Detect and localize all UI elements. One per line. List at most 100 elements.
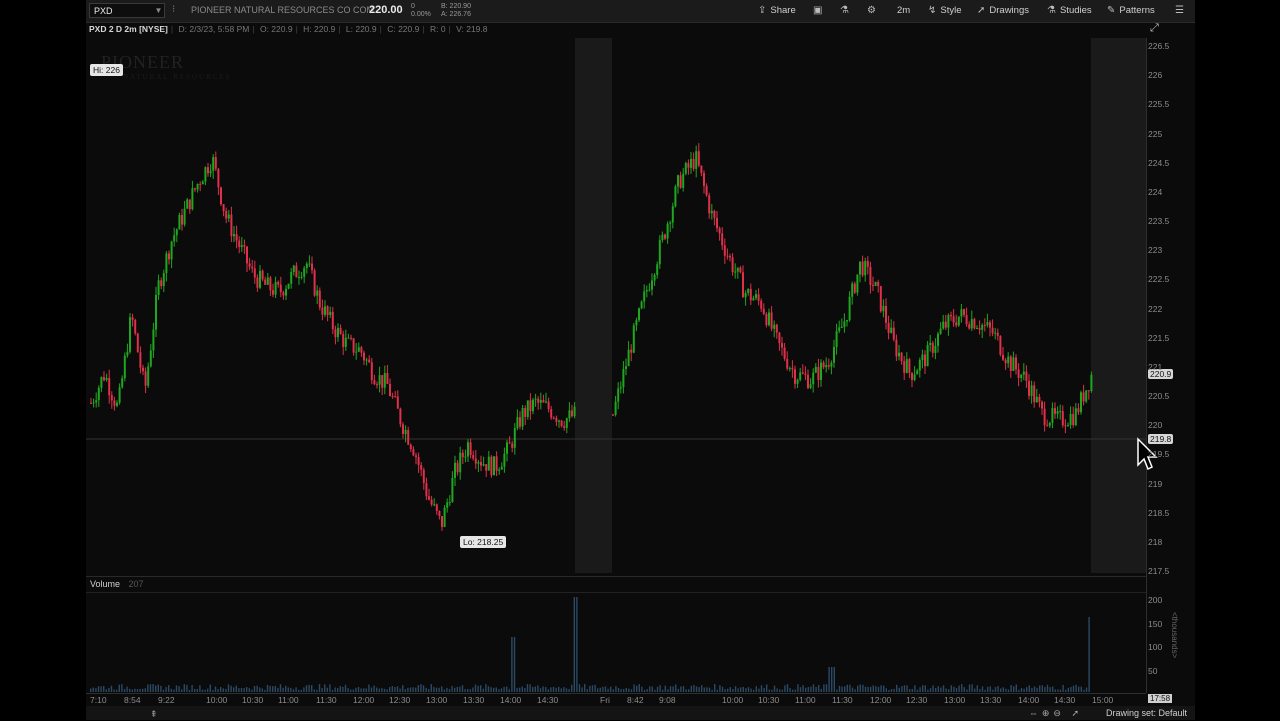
timeframe-button[interactable]: 2m [897,3,910,19]
volume-bar [997,685,999,692]
candle-body [666,223,669,239]
volume-bar [885,688,887,692]
candle-body [1082,392,1085,402]
candle-body [389,383,391,397]
volume-bar [664,685,666,692]
price-chart[interactable]: PIONEER NATURAL RESOURCES Hi: 226 Lo: 21… [86,38,1146,573]
candle-body [407,429,410,445]
link-icon[interactable]: ⁝ [172,4,175,15]
volume-chart[interactable] [86,592,1146,692]
candle-body [162,273,165,287]
candle-body [747,288,750,293]
volume-bar [758,688,760,692]
volume-bar [695,686,698,692]
volume-bar [667,689,669,692]
candle-body [838,327,841,332]
volume-bar [1062,684,1064,692]
candle-body [653,274,656,281]
candle-body [248,263,251,267]
candle-body [625,366,627,369]
candle-body [378,375,381,385]
info-range: R: 0 [429,24,446,34]
candle-body [1002,354,1004,360]
drawing-set-label[interactable]: Drawing set: Default [1106,706,1187,720]
volume-bar [1049,687,1051,692]
price-tick-label: 223 [1148,245,1163,256]
candle-body [490,456,493,476]
menu-button[interactable]: ☰ [1175,3,1188,19]
volume-bar [269,685,271,692]
candle-body [529,400,532,412]
studies-button[interactable]: ⚗ Studies [1047,3,1092,19]
volume-bar [623,689,625,692]
candle-body [394,396,397,398]
candle-body [1038,396,1041,402]
volume-bar [706,687,708,692]
candle-body [370,362,373,381]
candle-body [563,426,566,428]
time-tick-label: 8:54 [124,695,141,705]
volume-bar [581,687,583,692]
volume-bar [474,684,477,692]
price-tick-label: 220 [1148,420,1163,431]
patterns-button[interactable]: ✎ Patterns [1107,3,1155,19]
volume-bar [136,689,139,692]
volume-bar [836,689,838,692]
volume-bar [454,687,456,692]
volume-bar [524,688,526,692]
candle-body [695,151,698,169]
candle-body [643,291,646,302]
candle-body [537,398,540,403]
candle-body [415,455,417,458]
flask-button[interactable]: ⚗ [840,3,853,19]
volume-bar [989,686,991,692]
volume-bar [703,687,705,692]
volume-bar [446,687,448,692]
chart-settings-button[interactable]: ▣ [813,3,826,19]
volume-bar [810,686,812,692]
candle-body [700,165,703,174]
zoom-controls[interactable]: ⇔⊕⊖ ➚ [1029,706,1083,720]
candle-body [539,399,542,403]
candle-body [214,157,217,169]
volume-bar [807,687,809,692]
volume-bar [347,688,349,692]
volume-bar [846,684,848,692]
volume-bar [329,684,331,692]
candle-body [859,261,861,275]
volume-bar [233,687,235,692]
volume-bar [149,684,152,692]
volume-bar [877,686,880,692]
patterns-label: Patterns [1119,5,1155,16]
info-date: D: 2/3/23, 5:58 PM [178,24,250,34]
candle-body [337,327,339,338]
candle-body [981,324,984,330]
time-tick-label: 11:30 [832,695,853,705]
volume-bar [578,684,581,692]
volume-bar [404,689,406,692]
scroll-up-icon[interactable]: ⇞ [150,707,158,721]
share-button[interactable]: ⇪ Share [758,3,796,19]
volume-bar [279,684,282,692]
volume-label: Volume [90,579,121,589]
drawings-button[interactable]: ➚ Drawings [977,3,1029,19]
candle-body [614,401,617,415]
time-tick-label: 12:00 [870,695,892,705]
volume-bar [1015,684,1017,692]
candle-body [259,270,261,288]
time-tick-label: 13:30 [980,695,1002,705]
style-button[interactable]: ↯ Style [928,3,962,19]
candle-body [277,281,280,285]
candle-body [425,483,428,497]
candle-body [552,417,555,419]
candle-body [186,199,189,209]
candle-body [799,372,802,380]
candle-body [770,312,773,329]
drawing-tool-icon[interactable]: ⤢ [1150,22,1159,35]
chevron-down-icon[interactable]: ▼ [152,3,165,18]
volume-bar [630,689,633,692]
candle-body [381,375,384,388]
gear-button[interactable]: ⚙ [867,3,880,19]
volume-bar [253,685,256,692]
candle-body [136,333,139,353]
